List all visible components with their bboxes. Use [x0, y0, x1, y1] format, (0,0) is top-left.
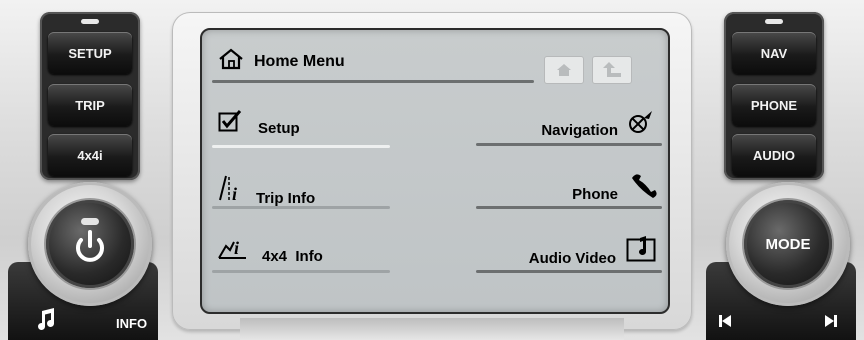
- home-icon: [557, 64, 571, 76]
- navigation-menu-item[interactable]: Navigation: [541, 110, 654, 139]
- skip-previous-icon[interactable]: [718, 314, 732, 333]
- infotainment-panel: SETUP TRIP 4x4i INFO Home Menu Setup i T…: [0, 0, 864, 340]
- status-led: [81, 19, 99, 24]
- setup-menu-item[interactable]: Setup: [218, 110, 300, 137]
- phone-label: Phone: [572, 186, 618, 203]
- right-control-panel: NAV PHONE AUDIO MODE: [706, 6, 856, 340]
- audio-video-underline: [476, 270, 662, 273]
- 4x4i-button[interactable]: 4x4i: [48, 134, 132, 176]
- 4x4-info-label: 4x4 Info: [262, 248, 323, 265]
- title-underline: [212, 80, 534, 83]
- info-button[interactable]: INFO: [116, 316, 147, 331]
- music-note-icon[interactable]: [36, 308, 56, 335]
- nav-button[interactable]: NAV: [732, 32, 816, 74]
- navigation-underline: [476, 143, 662, 146]
- mode-button[interactable]: MODE: [744, 200, 832, 288]
- trip-info-icon: i: [218, 174, 244, 207]
- svg-text:i: i: [234, 238, 239, 258]
- back-button[interactable]: [592, 56, 632, 84]
- phone-button[interactable]: PHONE: [732, 84, 816, 126]
- audio-video-label: Audio Video: [528, 250, 616, 267]
- navigation-label: Navigation: [541, 122, 618, 139]
- power-button[interactable]: [46, 200, 134, 288]
- home-button[interactable]: [544, 56, 584, 84]
- back-arrow-icon: [603, 62, 621, 77]
- house-icon: [218, 48, 244, 75]
- terrain-info-icon: i: [218, 234, 248, 265]
- trip-info-menu-item[interactable]: i Trip Info: [218, 174, 315, 207]
- audio-button[interactable]: AUDIO: [732, 134, 816, 176]
- setup-underline: [212, 145, 390, 148]
- audio-video-menu-item[interactable]: Audio Video: [529, 234, 656, 267]
- phone-menu-item[interactable]: Phone: [572, 172, 658, 203]
- power-volume-knob[interactable]: [28, 182, 152, 306]
- trip-info-label: Trip Info: [256, 190, 316, 207]
- phone-underline: [476, 206, 662, 209]
- left-control-panel: SETUP TRIP 4x4i INFO: [8, 6, 158, 340]
- 4x4-info-menu-item[interactable]: i 4x4 Info: [218, 234, 323, 265]
- left-button-column: SETUP TRIP 4x4i: [40, 12, 140, 180]
- right-button-column: NAV PHONE AUDIO: [724, 12, 824, 180]
- setup-button[interactable]: SETUP: [48, 32, 132, 74]
- music-note-box-icon: [626, 234, 656, 267]
- bezel-lip: [240, 318, 624, 340]
- checkbox-icon: [218, 110, 242, 137]
- svg-text:i: i: [232, 184, 237, 202]
- status-led: [765, 19, 783, 24]
- setup-label: Setup: [258, 120, 300, 137]
- trip-button[interactable]: TRIP: [48, 84, 132, 126]
- home-menu-header: Home Menu: [218, 48, 345, 75]
- navigation-compass-icon: [628, 110, 654, 139]
- page-title: Home Menu: [254, 52, 345, 70]
- trip-info-underline: [212, 206, 390, 209]
- skip-next-icon[interactable]: [824, 314, 838, 333]
- 4x4-info-underline: [212, 270, 390, 273]
- mode-knob[interactable]: MODE: [726, 182, 850, 306]
- phone-handset-icon: [628, 172, 658, 203]
- touch-screen: Home Menu Setup i Trip Info i 4x4 Info N…: [200, 28, 670, 314]
- power-icon: [76, 218, 104, 262]
